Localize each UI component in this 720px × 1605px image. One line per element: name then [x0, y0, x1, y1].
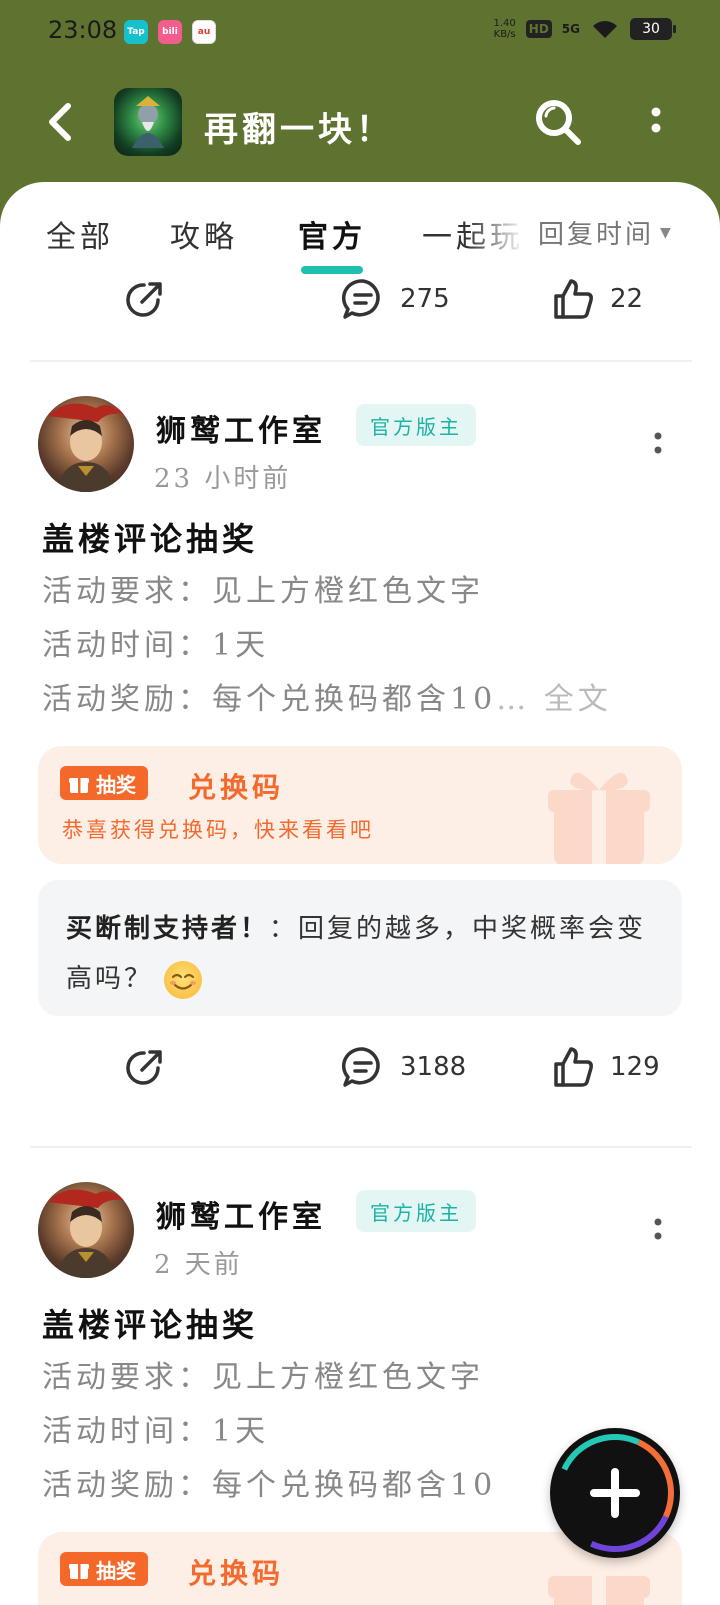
- lottery-tag: 抽奖: [60, 766, 148, 800]
- tab-guides[interactable]: 攻略: [170, 212, 238, 256]
- post-line-time: 活动时间：1天: [42, 1414, 270, 1449]
- bilibili-icon: bili: [158, 20, 182, 44]
- lottery-tag-label: 抽奖: [96, 1558, 136, 1583]
- like-count: 129: [610, 1052, 660, 1082]
- app-header: 再翻一块！: [0, 70, 720, 180]
- thumbs-up-icon: [554, 1047, 593, 1087]
- full-text-link[interactable]: 全文: [544, 682, 612, 717]
- hd-icon: HD: [525, 20, 552, 38]
- comment-button[interactable]: 275: [340, 276, 450, 322]
- game-icon-art: [132, 96, 164, 148]
- post-more-icon[interactable]: [640, 1212, 676, 1252]
- avatar-art: [48, 403, 124, 492]
- ellipsis: …: [496, 682, 531, 717]
- post-more-icon[interactable]: [640, 426, 676, 466]
- thumbs-up-icon: [554, 279, 593, 319]
- share-icon: [126, 1050, 162, 1085]
- lottery-tag-label: 抽奖: [96, 772, 136, 797]
- post-line-requirement: 活动要求：见上方橙红色文字: [42, 1360, 484, 1395]
- gift-icon: [69, 778, 89, 793]
- lottery-subtitle: 恭喜获得兑换码，快来看看吧: [62, 818, 374, 842]
- share-icon: [126, 282, 162, 317]
- back-arrow-icon[interactable]: [40, 100, 84, 144]
- gift-icon: [69, 1564, 89, 1579]
- tab-fade: [468, 212, 538, 260]
- post-divider: [30, 360, 692, 362]
- net-speed-value: 1.40: [493, 18, 516, 29]
- search-icon[interactable]: [532, 96, 586, 150]
- lottery-tag: 抽奖: [60, 1552, 148, 1586]
- comment-button[interactable]: 3188: [340, 1044, 466, 1090]
- sort-dropdown[interactable]: 回复时间 ▼: [538, 214, 674, 251]
- battery-icon: 30: [630, 18, 676, 40]
- status-time: 23:08: [48, 16, 118, 44]
- net-speed: 1.40 KB/s: [494, 18, 516, 40]
- post-card: 狮鹫工作室 官方版主 23 小时前 盖楼评论抽奖 活动要求：见上方橙红色文字 活…: [0, 396, 720, 1156]
- lottery-card[interactable]: 抽奖 兑换码 恭喜获得兑换码，快来看看吧: [38, 746, 682, 864]
- signal-5g-icon: 5G: [561, 22, 580, 36]
- game-icon[interactable]: [114, 88, 182, 156]
- post-time: 23 小时前: [154, 464, 292, 494]
- post-actions-previous: 275 22: [0, 268, 720, 328]
- post-line-reward-text: 活动奖励：每个兑换码都含10: [42, 682, 497, 717]
- post-author[interactable]: 狮鹫工作室: [156, 406, 326, 450]
- au-app-icon: au: [192, 20, 216, 44]
- sort-label: 回复时间: [538, 220, 655, 250]
- gift-watermark-icon: [548, 772, 650, 864]
- notification-app-icons: Tap bili au: [124, 20, 216, 44]
- comment-separator: ：: [269, 914, 299, 944]
- comment-icon: [341, 279, 380, 319]
- post-line-reward: 活动奖励：每个兑换码都含10: [42, 1468, 497, 1503]
- share-button[interactable]: [122, 276, 168, 322]
- moderator-badge: 官方版主: [356, 1190, 476, 1232]
- post-line-requirement: 活动要求：见上方橙红色文字: [42, 574, 484, 609]
- post-divider: [30, 1146, 692, 1148]
- create-post-button[interactable]: [539, 1417, 691, 1569]
- lottery-title: 兑换码: [188, 1557, 285, 1590]
- game-title: 再翻一块！: [204, 110, 394, 150]
- comment-count: 3188: [400, 1052, 467, 1082]
- net-speed-unit: KB/s: [493, 29, 516, 40]
- smile-emoji-icon: [164, 961, 203, 999]
- taptap-icon: Tap: [124, 20, 148, 44]
- like-button[interactable]: 129: [550, 1044, 660, 1090]
- avatar[interactable]: [38, 396, 134, 492]
- post-title[interactable]: 盖楼评论抽奖: [42, 514, 258, 560]
- tab-official[interactable]: 官方: [298, 212, 366, 256]
- post-title[interactable]: 盖楼评论抽奖: [42, 1300, 258, 1346]
- share-button[interactable]: [122, 1044, 168, 1090]
- post-author[interactable]: 狮鹫工作室: [156, 1192, 326, 1236]
- like-count: 22: [610, 284, 644, 314]
- comment-author[interactable]: 买断制支持者！: [66, 914, 269, 944]
- post-actions: 3188 129: [0, 1036, 720, 1096]
- plus-icon-vertical: [611, 1468, 619, 1518]
- post-line-time: 活动时间：1天: [42, 628, 270, 663]
- post-line-reward: 活动奖励：每个兑换码都含10… 全文: [42, 674, 612, 718]
- lottery-title: 兑换码: [188, 771, 285, 804]
- tab-bar: 全部 攻略 官方 一起玩 回复时间 ▼: [0, 212, 720, 274]
- comment-count: 275: [400, 284, 450, 314]
- like-button[interactable]: 22: [550, 276, 643, 322]
- status-indicators: 1.40 KB/s HD 5G 30: [494, 18, 676, 40]
- post-time: 2 天前: [154, 1250, 243, 1280]
- top-comment[interactable]: 买断制支持者！：回复的越多，中奖概率会变高吗？: [38, 880, 682, 1016]
- moderator-badge: 官方版主: [356, 404, 476, 446]
- content-sheet: 全部 攻略 官方 一起玩 回复时间 ▼ 275: [0, 182, 720, 1605]
- avatar-art: [48, 1189, 124, 1278]
- tab-all[interactable]: 全部: [46, 212, 114, 256]
- more-vertical-icon[interactable]: [640, 104, 672, 148]
- avatar[interactable]: [38, 1182, 134, 1278]
- comment-icon: [341, 1047, 380, 1087]
- caret-down-icon: ▼: [660, 224, 674, 241]
- status-bar: 23:08 Tap bili au 1.40 KB/s HD 5G 30: [0, 0, 720, 66]
- wifi-icon: [593, 21, 617, 38]
